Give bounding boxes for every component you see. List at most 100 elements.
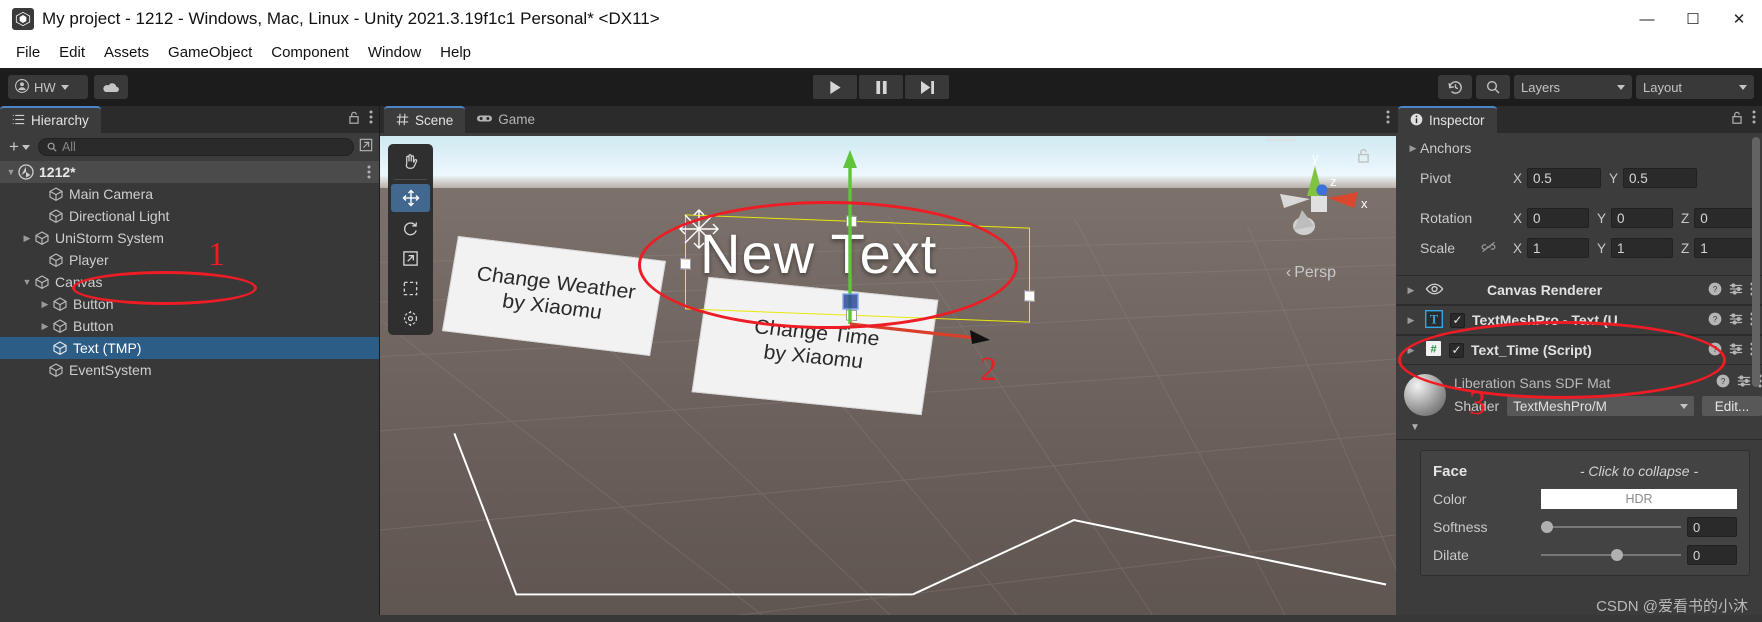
component-textmeshpro-text[interactable]: ▶ T ✓ TextMeshPro - Text (U ? xyxy=(1396,305,1762,335)
face-dilate-row[interactable]: Dilate 0 xyxy=(1421,541,1749,569)
face-softness-slider[interactable] xyxy=(1541,517,1681,537)
kebab-icon[interactable] xyxy=(1752,110,1756,129)
scale-y-field[interactable]: 1 xyxy=(1611,238,1674,258)
hierarchy-item-button-2[interactable]: ▶ Button xyxy=(0,315,379,337)
lock-icon[interactable] xyxy=(348,111,360,129)
hierarchy-tree[interactable]: ▼ 1212* Main Camera Directional Light ▶ … xyxy=(0,161,379,615)
pivot-row[interactable]: Pivot X 0.5 Y 0.5 xyxy=(1396,163,1762,193)
kebab-icon[interactable] xyxy=(1386,110,1390,129)
lock-icon[interactable] xyxy=(1731,111,1743,129)
textmeshpro-enabled-checkbox[interactable]: ✓ xyxy=(1450,312,1465,328)
hierarchy-item-player[interactable]: Player xyxy=(0,249,379,271)
chevron-right-icon[interactable]: ▶ xyxy=(38,321,52,332)
chevron-right-icon[interactable]: ▶ xyxy=(1406,143,1420,154)
minimize-button[interactable]: — xyxy=(1624,0,1670,38)
search-icon[interactable] xyxy=(1476,75,1510,99)
step-button[interactable] xyxy=(905,75,949,99)
close-button[interactable]: ✕ xyxy=(1716,0,1762,38)
add-gameobject-button[interactable]: + xyxy=(6,137,33,157)
pause-button[interactable] xyxy=(859,75,903,99)
transform-tool-button[interactable] xyxy=(391,304,430,332)
layers-dropdown[interactable]: Layers xyxy=(1514,75,1632,99)
kebab-icon[interactable] xyxy=(369,110,373,129)
edit-shader-button[interactable]: Edit... xyxy=(1702,396,1762,416)
chevron-right-icon[interactable]: ▶ xyxy=(1404,315,1418,326)
gizmo-lock-icon[interactable] xyxy=(1357,148,1370,168)
material-row[interactable]: Liberation Sans SDF Mat ? Shader TextMes… xyxy=(1396,365,1762,425)
face-color-row[interactable]: Color HDR xyxy=(1421,485,1749,513)
hierarchy-item-canvas[interactable]: ▼ Canvas xyxy=(0,271,379,293)
preset-icon[interactable] xyxy=(1729,312,1743,329)
account-button[interactable]: HW xyxy=(8,75,88,99)
tab-inspector[interactable]: Inspector xyxy=(1398,106,1497,133)
help-icon[interactable]: ? xyxy=(1708,342,1722,359)
pivot-x-field[interactable]: 0.5 xyxy=(1527,168,1602,188)
scale-x-field[interactable]: 1 xyxy=(1527,238,1590,258)
tab-game[interactable]: Game xyxy=(465,106,547,133)
perspective-label[interactable]: ‹ Persp xyxy=(1286,264,1336,282)
menu-help[interactable]: Help xyxy=(432,41,479,64)
rotation-row[interactable]: Rotation X 0 Y 0 Z 0 xyxy=(1396,203,1762,233)
chevron-right-icon[interactable]: ▶ xyxy=(1404,285,1418,296)
help-icon[interactable]: ? xyxy=(1708,312,1722,329)
move-tool-button[interactable] xyxy=(391,184,430,212)
face-softness-value[interactable]: 0 xyxy=(1687,517,1737,537)
chevron-right-icon[interactable]: ▶ xyxy=(20,233,34,244)
hierarchy-search-options-icon[interactable] xyxy=(359,138,373,157)
scale-row[interactable]: Scale X 1 Y 1 Z 1 xyxy=(1396,233,1762,263)
tab-scene[interactable]: Scene xyxy=(384,106,466,133)
history-icon[interactable] xyxy=(1438,75,1472,99)
rect-handle-right[interactable] xyxy=(1024,290,1035,302)
slider-knob[interactable] xyxy=(1611,549,1623,561)
rect-tool-button[interactable] xyxy=(391,274,430,302)
component-text-time-script[interactable]: ▶ # ✓ Text_Time (Script) ? xyxy=(1396,335,1762,365)
face-color-field[interactable]: HDR xyxy=(1541,489,1737,509)
face-dilate-value[interactable]: 0 xyxy=(1687,545,1737,565)
scale-z-field[interactable]: 1 xyxy=(1694,238,1757,258)
chevron-right-icon[interactable]: ▶ xyxy=(38,299,52,310)
maximize-button[interactable]: ☐ xyxy=(1670,0,1716,38)
anchors-row[interactable]: ▶ Anchors xyxy=(1396,133,1762,163)
hierarchy-item-text-tmp[interactable]: Text (TMP) xyxy=(0,337,379,359)
chevron-down-icon[interactable]: ▼ xyxy=(20,277,34,287)
face-header-row[interactable]: Face - Click to collapse - xyxy=(1421,457,1749,485)
menu-file[interactable]: File xyxy=(8,41,48,64)
chevron-down-icon[interactable]: ▼ xyxy=(4,167,18,177)
cloud-icon[interactable] xyxy=(94,75,128,99)
inspector-content[interactable]: ▶ Anchors Pivot X 0.5 Y 0.5 Rotation X 0… xyxy=(1396,133,1762,615)
menu-component[interactable]: Component xyxy=(263,41,357,64)
hierarchy-item-main-camera[interactable]: Main Camera xyxy=(0,183,379,205)
tab-hierarchy[interactable]: Hierarchy xyxy=(0,106,101,133)
rotate-tool-button[interactable] xyxy=(391,214,430,242)
face-dilate-slider[interactable] xyxy=(1541,545,1681,565)
help-icon[interactable]: ? xyxy=(1708,282,1722,299)
chevron-right-icon[interactable]: ▶ xyxy=(1404,345,1418,356)
menu-gameobject[interactable]: GameObject xyxy=(160,41,260,64)
menu-assets[interactable]: Assets xyxy=(96,41,157,64)
preset-icon[interactable] xyxy=(1737,374,1751,391)
scale-tool-button[interactable] xyxy=(391,244,430,272)
constrain-proportions-off-icon[interactable] xyxy=(1480,240,1505,257)
hierarchy-item-eventsystem[interactable]: EventSystem xyxy=(0,359,379,381)
rotation-z-field[interactable]: 0 xyxy=(1694,208,1757,228)
hand-tool-button[interactable] xyxy=(391,147,430,175)
menu-edit[interactable]: Edit xyxy=(51,41,93,64)
hierarchy-item-directional-light[interactable]: Directional Light xyxy=(0,205,379,227)
move-gizmo[interactable] xyxy=(810,146,1010,346)
text-time-enabled-checkbox[interactable]: ✓ xyxy=(1449,342,1464,358)
face-softness-row[interactable]: Softness 0 xyxy=(1421,513,1749,541)
inspector-scrollbar[interactable] xyxy=(1752,137,1760,387)
scene-viewport[interactable]: Change Weather by Xiaomu Change Time by … xyxy=(380,136,1396,615)
hierarchy-scene-root[interactable]: ▼ 1212* xyxy=(0,161,379,183)
play-button[interactable] xyxy=(813,75,857,99)
preset-icon[interactable] xyxy=(1729,342,1743,359)
layout-dropdown[interactable]: Layout xyxy=(1636,75,1754,99)
shader-dropdown[interactable]: TextMeshPro/M xyxy=(1507,396,1694,416)
menu-window[interactable]: Window xyxy=(360,41,429,64)
pivot-y-field[interactable]: 0.5 xyxy=(1623,168,1698,188)
help-icon[interactable]: ? xyxy=(1716,374,1730,391)
hierarchy-item-button-1[interactable]: ▶ Button xyxy=(0,293,379,315)
hierarchy-row-kebab-icon[interactable] xyxy=(367,165,371,179)
rect-handle-left[interactable] xyxy=(680,258,691,270)
slider-knob[interactable] xyxy=(1541,521,1553,533)
